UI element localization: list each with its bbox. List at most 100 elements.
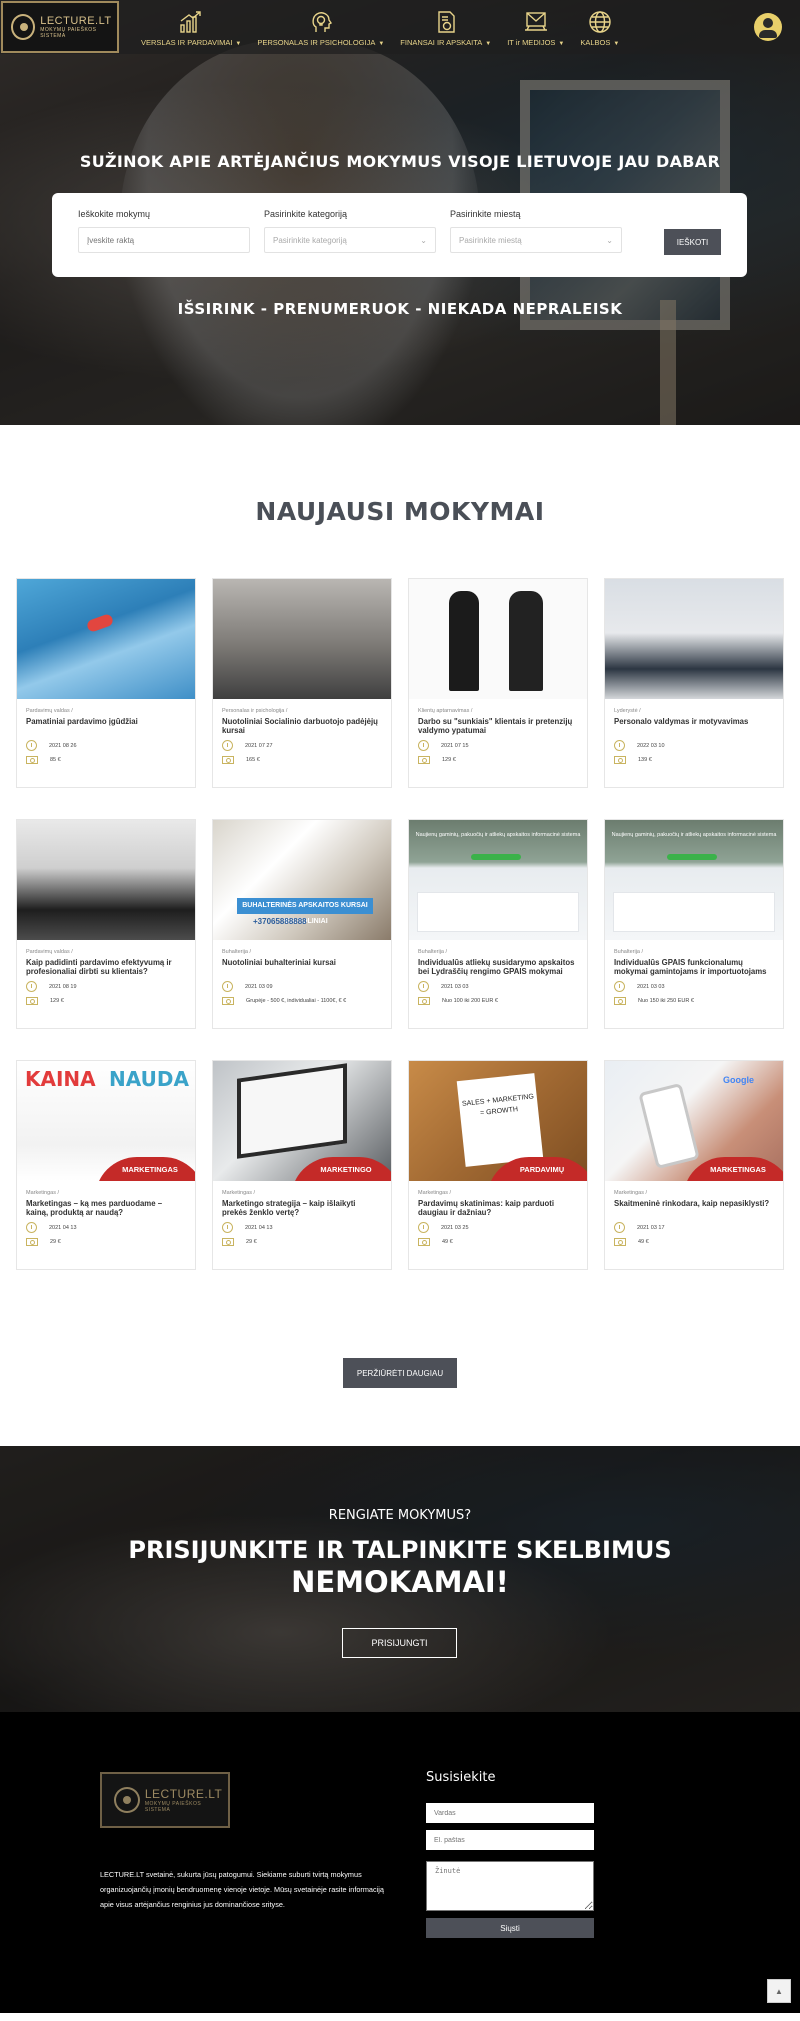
clock-icon bbox=[222, 981, 233, 992]
document-money-icon bbox=[432, 8, 460, 36]
money-icon bbox=[614, 756, 626, 764]
training-category[interactable]: Pardavimų valdas / bbox=[26, 949, 186, 955]
training-card[interactable]: Personalas ir psichologija / Nuotoliniai… bbox=[212, 578, 392, 788]
image-ribbon: MARKETINGAS bbox=[95, 1157, 195, 1181]
training-price: 29 € bbox=[246, 1239, 257, 1245]
training-date-row: 2021 04 13 bbox=[222, 1222, 382, 1233]
image-detail bbox=[471, 854, 521, 860]
training-card[interactable]: Naujienų gaminių, pakuočių ir atliekų ap… bbox=[408, 819, 588, 1029]
view-more-button[interactable]: PERŽIŪRĖTI DAUGIAU bbox=[343, 1358, 457, 1388]
training-title[interactable]: Kaip padidinti pardavimo efektyvumą ir p… bbox=[26, 958, 186, 976]
training-title[interactable]: Individualūs GPAIS funkcionalumų mokymai… bbox=[614, 958, 774, 976]
keyword-input[interactable] bbox=[78, 227, 250, 253]
training-title[interactable]: Pardavimų skatinimas: kaip parduoti daug… bbox=[418, 1199, 578, 1217]
training-title[interactable]: Nuotoliniai Socialinio darbuotojo padėjė… bbox=[222, 717, 382, 735]
category-select[interactable]: Pasirinkite kategoriją ⌄ bbox=[264, 227, 436, 253]
image-banner-text: BUHALTERINĖS APSKAITOS KURSAI NUOTOLINIA… bbox=[237, 898, 373, 925]
contact-email-input[interactable] bbox=[426, 1830, 594, 1850]
chevron-up-icon[interactable]: ▲ bbox=[767, 1979, 791, 2003]
training-title[interactable]: Marketingo strategija – kaip išlaikyti p… bbox=[222, 1199, 382, 1217]
contact-send-button[interactable]: Siųsti bbox=[426, 1918, 594, 1938]
training-card[interactable]: Klientų aptarnavimas / Darbo su "sunkiai… bbox=[408, 578, 588, 788]
training-card[interactable]: MARKETINGO Marketingas / Marketingo stra… bbox=[212, 1060, 392, 1270]
site-logo[interactable]: LECTURE.LT MOKYMŲ PAIEŠKOS SISTEMA bbox=[1, 1, 119, 53]
training-category[interactable]: Marketingas / bbox=[614, 1190, 774, 1196]
nav-item-it-media[interactable]: IT ir MEDIJOS ▼ bbox=[499, 8, 572, 47]
user-account-icon[interactable] bbox=[754, 13, 782, 41]
training-date-row: 2021 08 26 bbox=[26, 740, 186, 751]
training-card-image bbox=[409, 579, 587, 699]
training-date: 2021 08 26 bbox=[49, 742, 77, 749]
training-card-image bbox=[605, 579, 783, 699]
training-category[interactable]: Buhalterija / bbox=[222, 949, 382, 955]
training-price: 165 € bbox=[246, 757, 260, 763]
training-category[interactable]: Marketingas / bbox=[222, 1190, 382, 1196]
login-button[interactable]: PRISIJUNGTI bbox=[342, 1628, 457, 1658]
training-title[interactable]: Darbo su "sunkiais" klientais ir pretenz… bbox=[418, 717, 578, 735]
chart-growth-icon bbox=[177, 8, 205, 36]
training-category[interactable]: Buhalterija / bbox=[418, 949, 578, 955]
head-lightbulb-icon bbox=[307, 8, 335, 36]
logo-text: LECTURE.LT MOKYMŲ PAIEŠKOS SISTEMA bbox=[145, 1787, 228, 1813]
training-date: 2021 03 25 bbox=[441, 1224, 469, 1231]
money-icon bbox=[418, 997, 430, 1005]
training-category[interactable]: Personalas ir psichologija / bbox=[222, 708, 382, 714]
training-price: 129 € bbox=[442, 757, 456, 763]
training-category[interactable]: Buhalterija / bbox=[614, 949, 774, 955]
contact-message-input[interactable] bbox=[426, 1861, 594, 1911]
training-category[interactable]: Pardavimų valdas / bbox=[26, 708, 186, 714]
organizer-cta-section: RENGIATE MOKYMUS? PRISIJUNKITE IR TALPIN… bbox=[0, 1446, 800, 1712]
city-select[interactable]: Pasirinkite miestą ⌄ bbox=[450, 227, 622, 253]
search-button[interactable]: IEŠKOTI bbox=[664, 229, 721, 255]
training-card[interactable]: KAINA NAUDA MARKETINGAS Marketingas / Ma… bbox=[16, 1060, 196, 1270]
logo-tagline: MOKYMŲ PAIEŠKOS SISTEMA bbox=[40, 27, 97, 39]
training-card[interactable]: Pardavimų valdas / Kaip padidinti pardav… bbox=[16, 819, 196, 1029]
clock-icon bbox=[26, 1222, 37, 1233]
city-search-group: Pasirinkite miestą Pasirinkite miestą ⌄ bbox=[450, 209, 622, 261]
training-price-row: Nuo 150 iki 250 EUR € bbox=[614, 997, 774, 1005]
contact-name-input[interactable] bbox=[426, 1803, 594, 1823]
training-date-row: 2022 03 10 bbox=[614, 740, 774, 751]
training-title[interactable]: Personalo valdymas ir motyvavimas bbox=[614, 717, 774, 735]
training-category[interactable]: Klientų aptarnavimas / bbox=[418, 708, 578, 714]
image-ribbon: MARKETINGO bbox=[291, 1157, 391, 1181]
clock-icon bbox=[26, 740, 37, 751]
money-icon bbox=[418, 756, 430, 764]
training-category[interactable]: Marketingas / bbox=[418, 1190, 578, 1196]
training-category[interactable]: Marketingas / bbox=[26, 1190, 186, 1196]
nav-item-languages[interactable]: KALBOS ▼ bbox=[572, 8, 627, 47]
training-card[interactable]: Lyderystė / Personalo valdymas ir motyva… bbox=[604, 578, 784, 788]
training-card[interactable]: Google MARKETINGAS Marketingas / Skaitme… bbox=[604, 1060, 784, 1270]
training-title[interactable]: Marketingas – ką mes parduodame – kainą,… bbox=[26, 1199, 186, 1217]
category-label: Pasirinkite kategoriją bbox=[264, 209, 348, 219]
footer-logo[interactable]: LECTURE.LT MOKYMŲ PAIEŠKOS SISTEMA bbox=[100, 1772, 230, 1828]
globe-icon bbox=[586, 8, 614, 36]
training-title[interactable]: Pamatiniai pardavimo įgūdžiai bbox=[26, 717, 186, 735]
training-category[interactable]: Lyderystė / bbox=[614, 708, 774, 714]
training-title[interactable]: Individualūs atliekų susidarymo apskaito… bbox=[418, 958, 578, 976]
training-date: 2021 07 27 bbox=[245, 742, 273, 749]
training-card-image: BUHALTERINĖS APSKAITOS KURSAI NUOTOLINIA… bbox=[213, 820, 391, 940]
training-price-row: 49 € bbox=[418, 1238, 578, 1246]
nav-item-business-sales[interactable]: VERSLAS IR PARDAVIMAI ▼ bbox=[133, 8, 249, 47]
nav-item-personnel-psychology[interactable]: PERSONALAS IR PSICHOLOGIJA ▼ bbox=[249, 8, 392, 47]
training-price: Nuo 100 iki 200 EUR € bbox=[442, 998, 498, 1004]
training-title[interactable]: Nuotoliniai buhalteriniai kursai bbox=[222, 958, 382, 976]
training-card[interactable]: Pardavimų valdas / Pamatiniai pardavimo … bbox=[16, 578, 196, 788]
training-price-row: 29 € bbox=[26, 1238, 186, 1246]
training-card[interactable]: Naujienų gaminių, pakuočių ir atliekų ap… bbox=[604, 819, 784, 1029]
training-card-image: Google MARKETINGAS bbox=[605, 1061, 783, 1181]
training-card[interactable]: SALES + MARKETING = GROWTH PARDAVIMŲ Mar… bbox=[408, 1060, 588, 1270]
training-card[interactable]: BUHALTERINĖS APSKAITOS KURSAI NUOTOLINIA… bbox=[212, 819, 392, 1029]
laptop-envelope-icon bbox=[522, 8, 550, 36]
image-detail bbox=[237, 1063, 347, 1159]
nav-label-business-sales: VERSLAS IR PARDAVIMAI bbox=[141, 37, 233, 47]
clock-icon bbox=[418, 1222, 429, 1233]
logo-mark-icon bbox=[11, 14, 36, 40]
training-title[interactable]: Skaitmeninė rinkodara, kaip nepasiklysti… bbox=[614, 1199, 774, 1217]
nav-item-finance-accounting[interactable]: FINANSAI IR APSKAITA ▼ bbox=[392, 8, 499, 47]
image-detail bbox=[613, 892, 775, 932]
logo-tagline: MOKYMŲ PAIEŠKOS SISTEMA bbox=[144, 1801, 202, 1813]
clock-icon bbox=[614, 740, 625, 751]
chevron-down-icon: ⌄ bbox=[606, 235, 613, 245]
